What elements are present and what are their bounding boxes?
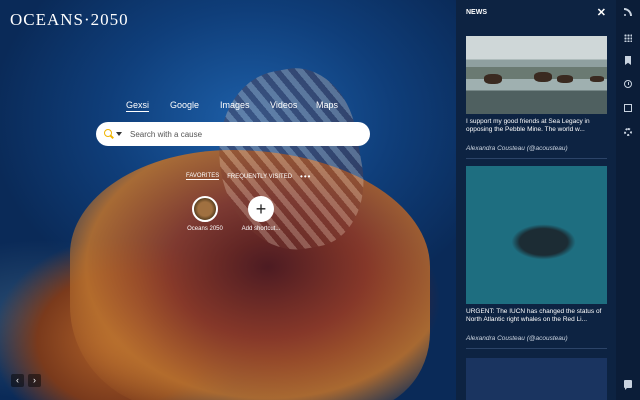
news-author[interactable]: Alexandra Cousteau (@acousteau) xyxy=(466,145,607,152)
news-image[interactable] xyxy=(466,166,607,304)
news-title: NEWS xyxy=(466,8,487,16)
search-icon[interactable] xyxy=(104,129,114,139)
news-card[interactable]: I support my good friends at Sea Legacy … xyxy=(466,36,607,159)
settings-gear-icon[interactable] xyxy=(624,128,632,136)
next-background-button[interactable]: › xyxy=(28,374,41,387)
more-options-icon[interactable]: ••• xyxy=(300,172,311,181)
bookmark-icon[interactable] xyxy=(625,56,631,65)
news-card[interactable]: URGENT: The IUCN has changed the status … xyxy=(466,166,607,349)
news-image[interactable] xyxy=(466,36,607,114)
close-icon[interactable]: ✕ xyxy=(597,6,606,19)
tab-gexsi[interactable]: Gexsi xyxy=(126,100,150,112)
background-nav: ‹ › xyxy=(11,374,41,387)
divider xyxy=(466,158,607,159)
news-panel: NEWS ✕ I support my good friends at Sea … xyxy=(456,0,616,400)
divider xyxy=(466,348,607,349)
news-header: NEWS ✕ xyxy=(456,0,616,24)
shortcut-thumbnail xyxy=(192,196,218,222)
tab-maps[interactable]: Maps xyxy=(316,100,338,110)
feedback-icon[interactable] xyxy=(624,380,632,390)
search-bar[interactable] xyxy=(96,122,370,146)
tab-videos[interactable]: Videos xyxy=(270,100,297,110)
add-shortcut-tile[interactable]: + Add shortcut... xyxy=(226,196,296,232)
tab-google[interactable]: Google xyxy=(170,100,199,110)
news-text[interactable]: I support my good friends at Sea Legacy … xyxy=(466,118,607,142)
add-shortcut-label: Add shortcut... xyxy=(241,226,281,232)
edit-note-icon[interactable] xyxy=(624,104,632,112)
apps-grid-icon[interactable] xyxy=(624,34,632,42)
add-icon: + xyxy=(248,196,274,222)
chevron-down-icon[interactable] xyxy=(116,132,122,136)
sidebar xyxy=(616,0,640,400)
tab-favorites[interactable]: FAVORITES xyxy=(186,173,220,180)
prev-background-button[interactable]: ‹ xyxy=(11,374,24,387)
shortcut-tabs: FAVORITES FREQUENTLY VISITED ••• xyxy=(186,172,311,181)
logo[interactable]: OCEANS·2050 xyxy=(10,10,129,30)
news-text[interactable]: URGENT: The IUCN has changed the status … xyxy=(466,308,607,332)
news-author[interactable]: Alexandra Cousteau (@acousteau) xyxy=(466,335,607,342)
search-input[interactable] xyxy=(128,128,352,140)
news-card[interactable] xyxy=(466,358,607,400)
tab-images[interactable]: Images xyxy=(220,100,250,110)
tab-frequently-visited[interactable]: FREQUENTLY VISITED xyxy=(227,174,292,180)
rss-icon[interactable] xyxy=(624,8,632,16)
history-clock-icon[interactable] xyxy=(624,80,632,88)
